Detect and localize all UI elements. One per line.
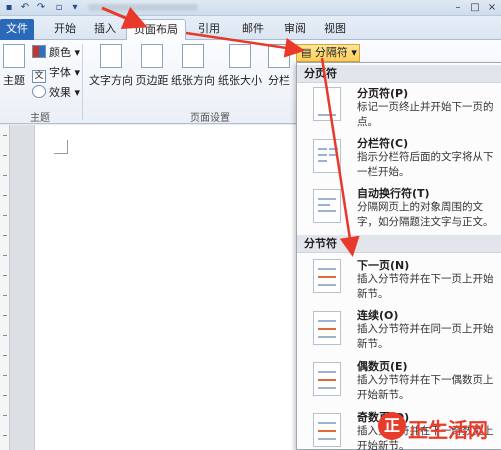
theme-effects-button[interactable]: 效果 ▾ <box>32 84 80 102</box>
column-break-icon <box>313 139 341 173</box>
themes-button[interactable]: 主题 <box>0 44 28 88</box>
menu-item-even-page[interactable]: 偶数页(E) 插入分节符并在下一偶数页上开始新节。 <box>297 358 501 408</box>
watermark-seal-icon: 正 <box>378 412 406 440</box>
columns-icon <box>268 44 290 68</box>
paper-size-label: 纸张大小 <box>218 74 262 87</box>
theme-fonts-label: 字体 <box>49 66 71 79</box>
section-breaks-header: 分节符 <box>297 235 501 253</box>
window-title <box>88 4 198 11</box>
tab-page-layout[interactable]: 页面布局 <box>126 19 186 40</box>
odd-page-icon <box>313 413 341 447</box>
breaks-dropdown-menu: 分页符 分页符(P) 标记一页终止并开始下一页的点。 分栏符(C) 指示分栏符后… <box>296 62 501 450</box>
page-break-icon <box>313 87 341 121</box>
size-button[interactable]: 纸张大小 <box>217 44 263 88</box>
menu-item-next-page[interactable]: 下一页(N) 插入分节符并在下一页上开始新节。 <box>297 257 501 307</box>
margins-button[interactable]: 页边距 <box>135 44 169 88</box>
tab-review[interactable]: 审阅 <box>278 19 312 40</box>
page-break-desc: 标记一页终止并开始下一页的点。 <box>357 101 494 128</box>
tab-insert[interactable]: 插入 <box>88 19 122 40</box>
orientation-button[interactable]: 纸张方向 <box>170 44 216 88</box>
columns-label: 分栏 <box>268 74 290 87</box>
undo-icon[interactable]: ↶ <box>18 1 32 14</box>
ribbon-tabs: 文件 开始 插入 页面布局 引用 邮件 审阅 视图 <box>0 16 501 40</box>
text-wrapping-break-desc: 分隔网页上的对象周围的文字，如分隔题注文字与正文。 <box>357 201 494 228</box>
breaks-icon: ▤ <box>301 46 312 59</box>
text-direction-label: 文字方向 <box>89 74 133 87</box>
document-page[interactable] <box>34 125 296 450</box>
continuous-icon <box>313 311 341 345</box>
text-direction-button[interactable]: 文字方向 <box>88 44 134 88</box>
next-page-icon <box>313 259 341 293</box>
orientation-icon <box>182 44 204 68</box>
title-bar: ▪ ↶ ↷ ▫ ▾ – □ × <box>0 0 501 16</box>
colors-icon <box>32 45 46 58</box>
tab-file[interactable]: 文件 <box>0 19 34 40</box>
vertical-ruler <box>0 125 10 450</box>
print-preview-icon[interactable]: ▫ <box>52 1 66 14</box>
menu-item-continuous[interactable]: 连续(O) 插入分节符并在同一页上开始新节。 <box>297 307 501 357</box>
maximize-icon[interactable]: □ <box>467 1 483 14</box>
theme-colors-button[interactable]: 颜色 ▾ <box>32 44 80 62</box>
continuous-desc: 插入分节符并在同一页上开始新节。 <box>357 323 494 350</box>
margins-icon <box>141 44 163 68</box>
text-direction-icon <box>100 44 122 68</box>
menu-item-column-break[interactable]: 分栏符(C) 指示分栏符后面的文字将从下一栏开始。 <box>297 135 501 185</box>
even-page-icon <box>313 362 341 396</box>
margin-corner-marker <box>54 140 68 154</box>
theme-effects-label: 效果 <box>49 86 71 99</box>
themes-icon <box>3 44 25 68</box>
page-break-title: 分页符(P) <box>357 87 409 100</box>
site-watermark: 正 正生活网 <box>378 408 488 444</box>
theme-group-label: 主题 <box>30 113 50 124</box>
next-page-title: 下一页(N) <box>357 259 410 272</box>
even-page-title: 偶数页(E) <box>357 360 408 373</box>
columns-button[interactable]: 分栏 <box>264 44 294 88</box>
effects-icon <box>32 85 46 98</box>
column-break-title: 分栏符(C) <box>357 137 409 150</box>
group-divider <box>82 44 83 120</box>
continuous-title: 连续(O) <box>357 309 399 322</box>
text-wrapping-break-icon <box>313 189 341 223</box>
text-wrapping-break-title: 自动换行符(T) <box>357 187 430 200</box>
next-page-desc: 插入分节符并在下一页上开始新节。 <box>357 273 494 300</box>
customize-toolbar-icon[interactable]: ▾ <box>68 1 82 14</box>
close-icon[interactable]: × <box>484 1 500 14</box>
minimize-icon[interactable]: – <box>450 1 466 14</box>
menu-item-text-wrapping-break[interactable]: 自动换行符(T) 分隔网页上的对象周围的文字，如分隔题注文字与正文。 <box>297 185 501 237</box>
watermark-text: 正生活网 <box>408 418 488 442</box>
tab-mailings[interactable]: 邮件 <box>236 19 270 40</box>
save-icon[interactable]: ▪ <box>2 1 16 14</box>
tab-home[interactable]: 开始 <box>48 19 82 40</box>
fonts-icon: 文 <box>32 70 46 83</box>
breaks-button-label: 分隔符 <box>314 46 348 59</box>
tab-references[interactable]: 引用 <box>192 19 226 40</box>
redo-icon[interactable]: ↷ <box>34 1 48 14</box>
even-page-desc: 插入分节符并在下一偶数页上开始新节。 <box>357 374 494 401</box>
page-breaks-header: 分页符 <box>297 65 501 83</box>
breaks-button[interactable]: ▤ 分隔符 ▾ <box>296 44 360 62</box>
page-setup-group-label: 页面设置 <box>190 113 230 124</box>
menu-item-page-break[interactable]: 分页符(P) 标记一页终止并开始下一页的点。 <box>297 85 501 135</box>
column-break-desc: 指示分栏符后面的文字将从下一栏开始。 <box>357 151 494 178</box>
margins-label: 页边距 <box>135 74 169 87</box>
paper-size-icon <box>229 44 251 68</box>
tab-view[interactable]: 视图 <box>318 19 352 40</box>
orientation-label: 纸张方向 <box>171 74 215 87</box>
theme-fonts-button[interactable]: 文字体 ▾ <box>32 64 80 83</box>
themes-button-label: 主题 <box>3 74 25 87</box>
theme-colors-label: 颜色 <box>49 46 71 59</box>
